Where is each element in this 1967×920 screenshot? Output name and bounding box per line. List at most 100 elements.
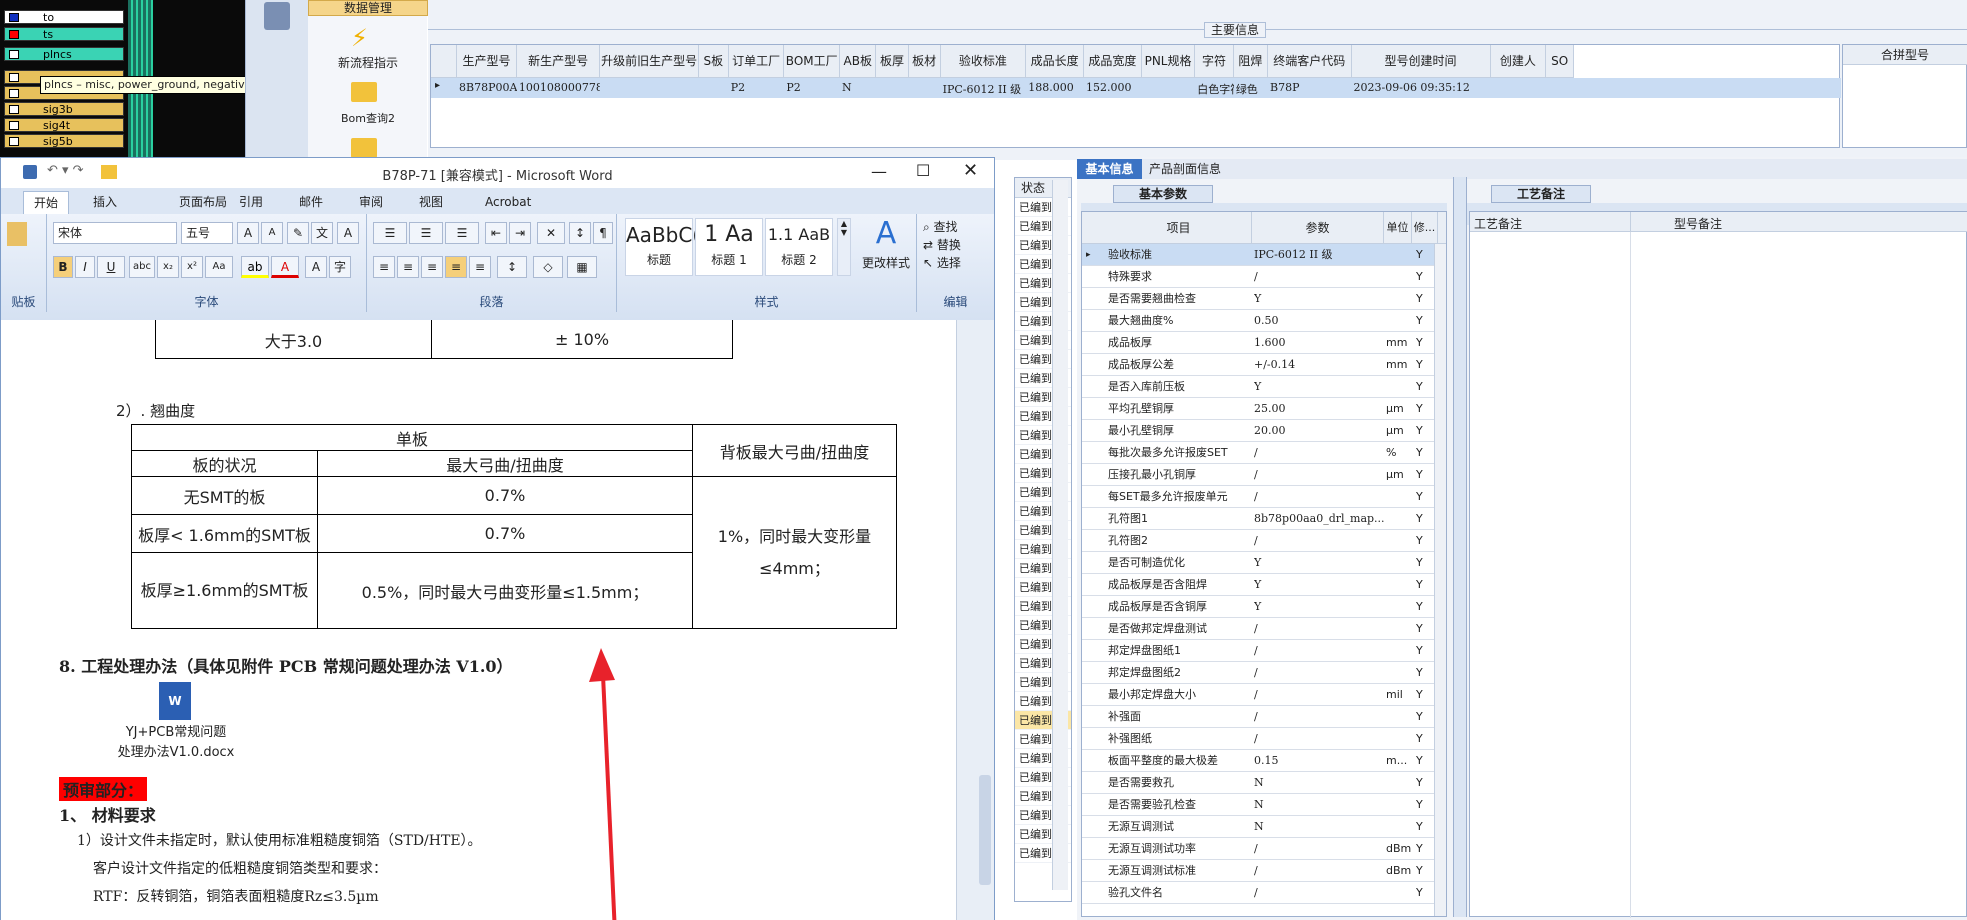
- phonetic-icon[interactable]: 文: [311, 222, 333, 244]
- param-row[interactable]: 成品板厚是否含阻焊 Y Y: [1082, 574, 1434, 596]
- param-row[interactable]: 补强面 / Y: [1082, 706, 1434, 728]
- col-header[interactable]: 阻焊: [1233, 45, 1269, 78]
- change-style-button[interactable]: A 更改样式: [857, 214, 915, 271]
- close-icon[interactable]: ✕: [963, 160, 978, 181]
- layer-row[interactable]: sig4t: [4, 118, 124, 132]
- col-header[interactable]: 字符: [1195, 45, 1234, 78]
- param-row[interactable]: 板面平整度的最大极差 0.15 m... Y: [1082, 750, 1434, 772]
- param-row[interactable]: 平均孔壁铜厚 25.00 µm Y: [1082, 398, 1434, 420]
- col-model-note[interactable]: 型号备注: [1674, 215, 1722, 232]
- underline-button[interactable]: U: [97, 256, 125, 278]
- param-row[interactable]: 最大翘曲度% 0.50 Y: [1082, 310, 1434, 332]
- param-row[interactable]: 是否可制造优化 Y Y: [1082, 552, 1434, 574]
- param-row[interactable]: 每批次最多允许报废SET /% Y: [1082, 442, 1434, 464]
- char-border-icon[interactable]: A: [337, 222, 359, 244]
- param-row[interactable]: 补强图纸 / Y: [1082, 728, 1434, 750]
- styles-scroll-icon[interactable]: ▲ ▼: [837, 218, 851, 276]
- param-row[interactable]: 成品板厚 1.600 mm Y: [1082, 332, 1434, 354]
- new-flow-button[interactable]: 新流程指示: [308, 54, 428, 71]
- clear-format-icon[interactable]: ✎: [287, 222, 309, 244]
- align-center-icon[interactable]: ≡: [397, 256, 419, 278]
- col-param[interactable]: 参数: [1252, 212, 1384, 244]
- doc-scrollbar[interactable]: [956, 320, 994, 920]
- col-header[interactable]: SO: [1546, 45, 1575, 78]
- param-row[interactable]: 特殊要求 / Y: [1082, 266, 1434, 288]
- find-button[interactable]: ⌕ 查找: [923, 218, 958, 235]
- paste-icon[interactable]: [7, 222, 27, 246]
- param-row[interactable]: ▸ 验收标准 IPC-6012 II 级 Y: [1082, 244, 1434, 266]
- bullets-icon[interactable]: ☰: [373, 222, 407, 244]
- param-row[interactable]: 邦定焊盘图纸2 / Y: [1082, 662, 1434, 684]
- bom-query-button[interactable]: Bom查询2: [308, 110, 428, 126]
- col-header[interactable]: 创建人: [1490, 45, 1547, 78]
- chinese-layout-icon[interactable]: ✕: [537, 222, 565, 244]
- word-doc-icon[interactable]: W: [159, 682, 191, 720]
- col-header[interactable]: AB板: [840, 45, 877, 78]
- font-color-icon[interactable]: A: [271, 256, 299, 278]
- enclose-icon[interactable]: 字: [329, 256, 351, 278]
- style-heading1[interactable]: 1 Aa 标题 1: [695, 218, 763, 276]
- tab-4[interactable]: 引用: [229, 191, 273, 214]
- param-row[interactable]: 成品板厚公差 +/-0.14 mm Y: [1082, 354, 1434, 376]
- col-header[interactable]: 升级前旧生产型号: [600, 45, 699, 78]
- attachment-label[interactable]: YJ+PCB常规问题 处理办法V1.0.docx: [101, 723, 251, 763]
- style-title[interactable]: AaBbC(标题: [625, 218, 700, 276]
- param-row[interactable]: 最小孔壁铜厚 20.00 µm Y: [1082, 420, 1434, 442]
- col-header[interactable]: 成品长度: [1026, 45, 1084, 78]
- folder-icon[interactable]: [351, 138, 377, 158]
- col-header[interactable]: BOM工厂: [784, 45, 841, 78]
- italic-button[interactable]: I: [75, 256, 95, 278]
- param-row[interactable]: 孔符图1 8b78p00aa0_drl_map... Y: [1082, 508, 1434, 530]
- sort-icon[interactable]: ↕: [569, 222, 591, 244]
- grid-row-selected[interactable]: ▸ 8B78P00AA010010800077823 P2 P2 N IPC-6012 I…: [431, 78, 1841, 98]
- data-manage-header[interactable]: 数据管理: [308, 0, 428, 16]
- tab-8[interactable]: Acrobat: [475, 191, 541, 214]
- col-unit[interactable]: 单位: [1384, 212, 1412, 244]
- col-header[interactable]: 新生产型号: [516, 45, 601, 78]
- col-header[interactable]: 板材: [908, 45, 941, 78]
- param-row[interactable]: 是否入库前压板 Y Y: [1082, 376, 1434, 398]
- col-modify[interactable]: 修...: [1412, 212, 1438, 244]
- col-header[interactable]: 终端客户代码: [1268, 45, 1352, 78]
- param-row[interactable]: 孔符图2 / Y: [1082, 530, 1434, 552]
- font-name-select[interactable]: 宋体: [53, 222, 177, 244]
- subscript-icon[interactable]: x₂: [157, 256, 179, 278]
- tab-7[interactable]: 视图: [409, 191, 453, 214]
- tab-craft-notes[interactable]: 工艺备注: [1491, 185, 1591, 203]
- col-craft-note[interactable]: 工艺备注: [1474, 215, 1522, 232]
- machine-icon[interactable]: [264, 2, 290, 30]
- tab-profile-info[interactable]: 产品剖面信息: [1149, 159, 1239, 179]
- minimize-icon[interactable]: —: [871, 162, 887, 181]
- col-header[interactable]: 板厚: [876, 45, 909, 78]
- tab-5[interactable]: 邮件: [289, 191, 333, 214]
- document-page[interactable]: 大于3.0 ± 10% 2）. 翘曲度 单板 背板最大弓曲/扭曲度 板的状况 最大弓曲…: [1, 320, 956, 920]
- param-row[interactable]: 邦定焊盘图纸1 / Y: [1082, 640, 1434, 662]
- col-header[interactable]: 生产型号: [457, 45, 517, 78]
- col-header[interactable]: 型号创建时间: [1351, 45, 1491, 78]
- line-spacing-icon[interactable]: ↕: [497, 256, 527, 278]
- superscript-icon[interactable]: x²: [181, 256, 203, 278]
- folder-icon[interactable]: [351, 82, 377, 102]
- indent-icon[interactable]: ⇥: [509, 222, 531, 244]
- tab-6[interactable]: 审阅: [349, 191, 393, 214]
- replace-button[interactable]: ⇄ 替换: [923, 236, 961, 253]
- outdent-icon[interactable]: ⇤: [485, 222, 507, 244]
- param-row[interactable]: 是否需要翘曲检查 Y Y: [1082, 288, 1434, 310]
- shrink-font-icon[interactable]: A: [261, 222, 283, 244]
- tab-basic-info[interactable]: 基本信息: [1077, 159, 1142, 179]
- multilevel-icon[interactable]: ☰: [445, 222, 479, 244]
- scroll-thumb[interactable]: [979, 775, 991, 885]
- show-marks-icon[interactable]: ¶: [593, 222, 613, 244]
- status-scrollbar[interactable]: [1052, 180, 1068, 890]
- param-row[interactable]: 是否需要验孔检查 N Y: [1082, 794, 1434, 816]
- param-row[interactable]: 压接孔最小孔铜厚 / µm Y: [1082, 464, 1434, 486]
- maximize-icon[interactable]: ☐: [916, 161, 930, 180]
- param-row[interactable]: 成品板厚是否含铜厚 Y Y: [1082, 596, 1434, 618]
- param-row[interactable]: 是否需要救孔 N Y: [1082, 772, 1434, 794]
- param-row[interactable]: 是否做邦定焊盘测试 / Y: [1082, 618, 1434, 640]
- combo-header[interactable]: 合拼型号: [1843, 45, 1967, 65]
- col-header[interactable]: 成品宽度: [1084, 45, 1142, 78]
- col-header[interactable]: 验收标准: [940, 45, 1027, 78]
- col-header[interactable]: 订单工厂: [728, 45, 785, 78]
- param-row[interactable]: 无源互调测试标准 / dBm Y: [1082, 860, 1434, 882]
